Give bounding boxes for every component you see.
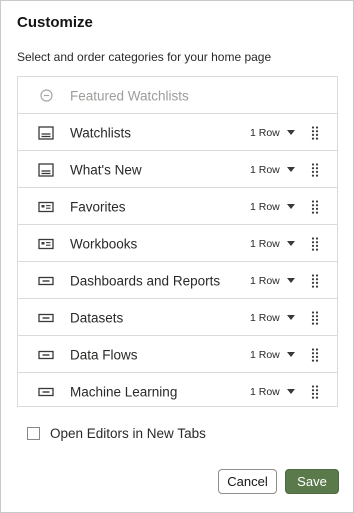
customize-dialog: Customize Select and order categories fo… xyxy=(0,0,354,513)
category-label: Workbooks xyxy=(70,236,138,251)
caret-down-icon xyxy=(286,278,295,283)
category-row[interactable]: Datasets 1 Row xyxy=(18,298,337,336)
drag-handle-icon[interactable] xyxy=(311,125,319,140)
drag-handle-icon[interactable] xyxy=(311,236,319,251)
bar-icon xyxy=(38,385,54,399)
category-row[interactable]: Favorites 1 Row xyxy=(18,187,337,225)
rows-dropdown[interactable]: 1 Row xyxy=(250,349,295,361)
caret-down-icon xyxy=(286,241,295,246)
bar-icon xyxy=(38,348,54,362)
caret-down-icon xyxy=(286,315,295,320)
save-button[interactable]: Save xyxy=(285,469,339,494)
open-editors-checkbox[interactable] xyxy=(27,427,40,440)
category-label: Favorites xyxy=(70,199,126,214)
category-label: Machine Learning xyxy=(70,384,178,399)
bar-icon xyxy=(38,311,54,325)
open-editors-label: Open Editors in New Tabs xyxy=(50,426,206,441)
cancel-button[interactable]: Cancel xyxy=(218,469,277,494)
rows-dropdown[interactable]: 1 Row xyxy=(250,238,295,250)
category-row[interactable]: Workbooks 1 Row xyxy=(18,224,337,262)
category-row[interactable]: What's New 1 Row xyxy=(18,150,337,188)
rows-dropdown-value: 1 Row xyxy=(250,385,280,398)
rows-dropdown[interactable]: 1 Row xyxy=(250,201,295,213)
minus-circle-icon xyxy=(38,89,54,103)
category-label: Dashboards and Reports xyxy=(70,273,221,288)
card-icon xyxy=(38,237,54,251)
drag-handle-icon[interactable] xyxy=(311,273,319,288)
drag-handle-icon[interactable] xyxy=(311,384,319,399)
rows-dropdown[interactable]: 1 Row xyxy=(250,127,295,139)
caret-down-icon xyxy=(286,352,295,357)
card-icon xyxy=(38,200,54,214)
rows-dropdown-value: 1 Row xyxy=(250,163,280,176)
rows-dropdown-value: 1 Row xyxy=(250,348,280,361)
rows-dropdown[interactable]: 1 Row xyxy=(250,164,295,176)
category-row[interactable]: Dashboards and Reports 1 Row xyxy=(18,261,337,299)
dialog-subtitle: Select and order categories for your hom… xyxy=(17,50,272,64)
category-label: What's New xyxy=(70,162,142,177)
drag-handle-icon[interactable] xyxy=(311,199,319,214)
drag-handle-icon[interactable] xyxy=(311,162,319,177)
rows-dropdown-value: 1 Row xyxy=(250,237,280,250)
rows-dropdown-value: 1 Row xyxy=(250,200,280,213)
drag-handle-icon[interactable] xyxy=(311,310,319,325)
category-row[interactable]: Watchlists 1 Row xyxy=(18,113,337,151)
rows-dropdown[interactable]: 1 Row xyxy=(250,312,295,324)
category-label: Datasets xyxy=(70,310,124,325)
watchlist-icon xyxy=(38,162,54,177)
category-label: Featured Watchlists xyxy=(70,88,189,103)
category-row[interactable]: Machine Learning 1 Row xyxy=(18,372,337,410)
rows-dropdown[interactable]: 1 Row xyxy=(250,275,295,287)
caret-down-icon xyxy=(286,389,295,394)
drag-handle-icon[interactable] xyxy=(311,347,319,362)
rows-dropdown-value: 1 Row xyxy=(250,274,280,287)
caret-down-icon xyxy=(286,204,295,209)
rows-dropdown-value: 1 Row xyxy=(250,126,280,139)
category-label: Data Flows xyxy=(70,347,138,362)
category-list: Featured Watchlists Watchlists 1 Row What's… xyxy=(17,76,338,407)
rows-dropdown-value: 1 Row xyxy=(250,311,280,324)
dialog-title: Customize xyxy=(17,14,93,31)
caret-down-icon xyxy=(286,130,295,135)
open-editors-option[interactable]: Open Editors in New Tabs xyxy=(27,426,206,441)
category-row[interactable]: Data Flows 1 Row xyxy=(18,335,337,373)
rows-dropdown[interactable]: 1 Row xyxy=(250,386,295,398)
category-label: Watchlists xyxy=(70,125,132,140)
caret-down-icon xyxy=(286,167,295,172)
bar-icon xyxy=(38,274,54,288)
category-row: Featured Watchlists xyxy=(18,77,337,114)
watchlist-icon xyxy=(38,125,54,140)
